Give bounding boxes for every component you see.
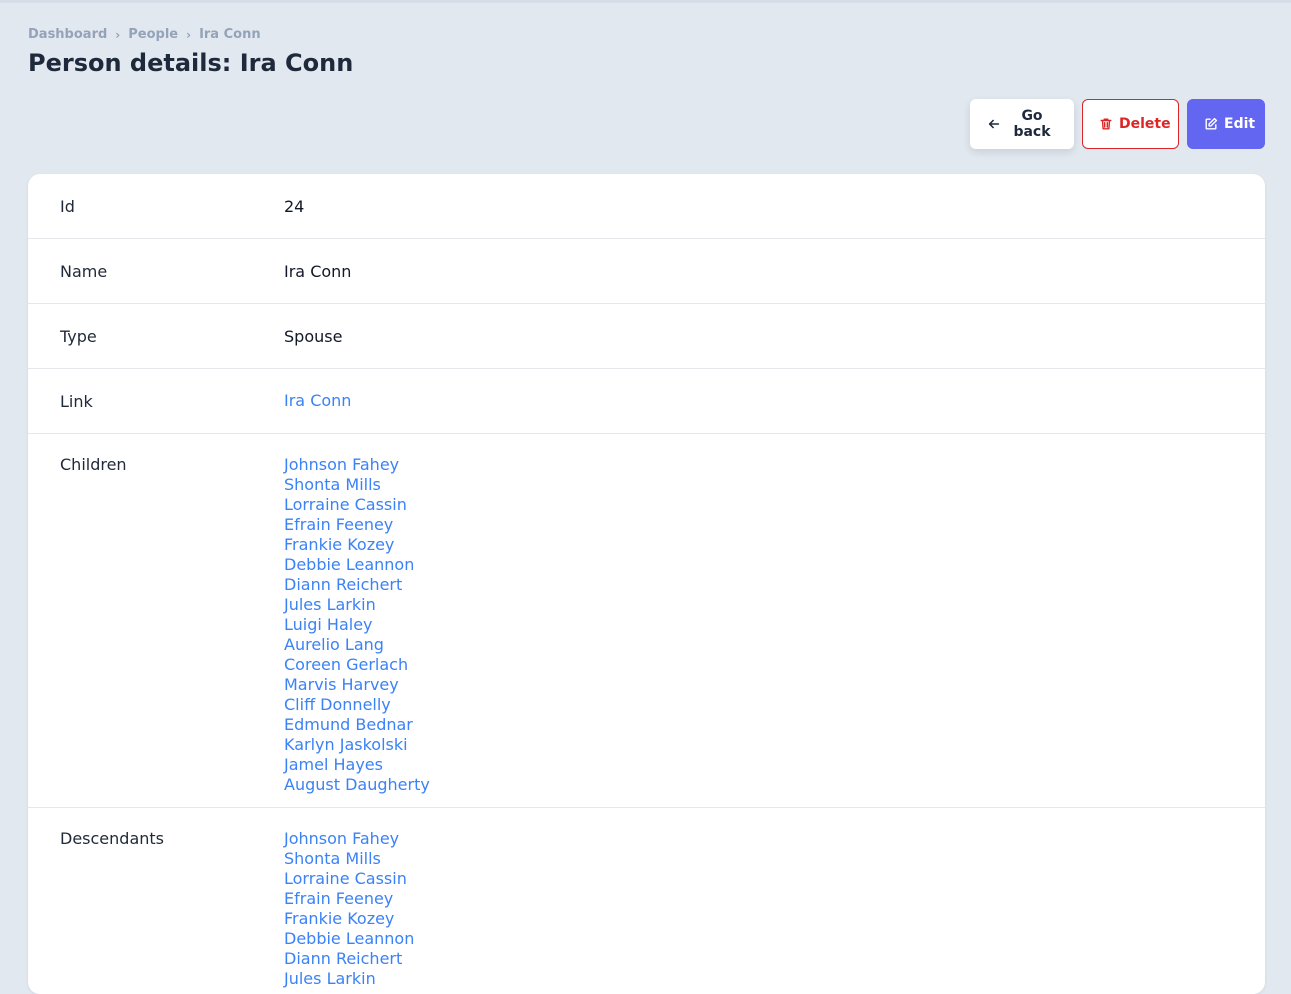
detail-row-children: Children Johnson Fahey Shonta Mills Lorrai… (28, 434, 1265, 808)
person-link[interactable]: Debbie Leannon (284, 555, 430, 575)
person-link[interactable]: Frankie Kozey (284, 535, 430, 555)
field-label: Name (60, 261, 108, 281)
arrow-left-icon (988, 119, 1000, 129)
detail-row-link: Link Ira Conn (28, 369, 1265, 434)
breadcrumb: Dashboard › People › Ira Conn (28, 27, 261, 42)
delete-button[interactable]: Delete (1082, 99, 1179, 149)
breadcrumb-dashboard[interactable]: Dashboard (28, 27, 107, 42)
detail-row-name: Name Ira Conn (28, 239, 1265, 304)
trash-icon (1100, 118, 1112, 130)
person-link[interactable]: Jules Larkin (284, 595, 430, 615)
person-link[interactable]: Marvis Harvey (284, 675, 430, 695)
edit-icon (1205, 117, 1218, 130)
field-value: Ira Conn (284, 261, 352, 281)
person-link[interactable]: Luigi Haley (284, 615, 430, 635)
edit-button[interactable]: Edit (1187, 99, 1265, 149)
top-divider (0, 0, 1291, 3)
detail-row-descendants: Descendants Johnson Fahey Shonta Mills Lor… (28, 808, 1265, 994)
field-value: 24 (284, 196, 305, 216)
detail-row-id: Id 24 (28, 174, 1265, 239)
details-card: Id 24 Name Ira Conn Type Spouse Link Ira… (28, 174, 1265, 994)
person-link[interactable]: Diann Reichert (284, 949, 414, 969)
action-bar: Go back Delete Edit (970, 99, 1265, 149)
children-list: Johnson Fahey Shonta Mills Lorraine Cassin… (284, 455, 430, 795)
person-link[interactable]: Efrain Feeney (284, 515, 430, 535)
person-link[interactable]: Johnson Fahey (284, 829, 414, 849)
delete-label: Delete (1119, 116, 1171, 132)
person-link[interactable]: Lorraine Cassin (284, 869, 414, 889)
field-value: Ira Conn (284, 391, 351, 411)
field-label: Type (60, 326, 97, 346)
person-link[interactable]: Cliff Donnelly (284, 695, 430, 715)
field-label: Link (60, 391, 93, 411)
person-link[interactable]: Shonta Mills (284, 849, 414, 869)
breadcrumb-current: Ira Conn (199, 27, 261, 42)
breadcrumb-people[interactable]: People (128, 27, 178, 42)
person-link[interactable]: Shonta Mills (284, 475, 430, 495)
field-label: Children (60, 455, 127, 474)
field-value: Spouse (284, 326, 343, 346)
chevron-right-icon: › (186, 27, 192, 42)
person-link[interactable]: Debbie Leannon (284, 929, 414, 949)
detail-row-type: Type Spouse (28, 304, 1265, 369)
chevron-right-icon: › (115, 27, 121, 42)
field-label: Descendants (60, 829, 164, 848)
person-link[interactable]: Efrain Feeney (284, 889, 414, 909)
person-link[interactable]: August Daugherty (284, 775, 430, 795)
person-link[interactable]: Ira Conn (284, 391, 351, 411)
go-back-button[interactable]: Go back (970, 99, 1074, 149)
person-link[interactable]: Diann Reichert (284, 575, 430, 595)
person-link[interactable]: Edmund Bednar (284, 715, 430, 735)
field-label: Id (60, 196, 75, 216)
descendants-list: Johnson Fahey Shonta Mills Lorraine Cassin… (284, 829, 414, 989)
go-back-label: Go back (1013, 108, 1051, 140)
person-link[interactable]: Coreen Gerlach (284, 655, 430, 675)
person-link[interactable]: Jamel Hayes (284, 755, 430, 775)
person-link[interactable]: Lorraine Cassin (284, 495, 430, 515)
person-link[interactable]: Jules Larkin (284, 969, 414, 989)
person-link[interactable]: Johnson Fahey (284, 455, 430, 475)
page-title: Person details: Ira Conn (28, 49, 354, 77)
person-link[interactable]: Karlyn Jaskolski (284, 735, 430, 755)
person-link[interactable]: Aurelio Lang (284, 635, 430, 655)
person-link[interactable]: Frankie Kozey (284, 909, 414, 929)
edit-label: Edit (1224, 116, 1256, 132)
